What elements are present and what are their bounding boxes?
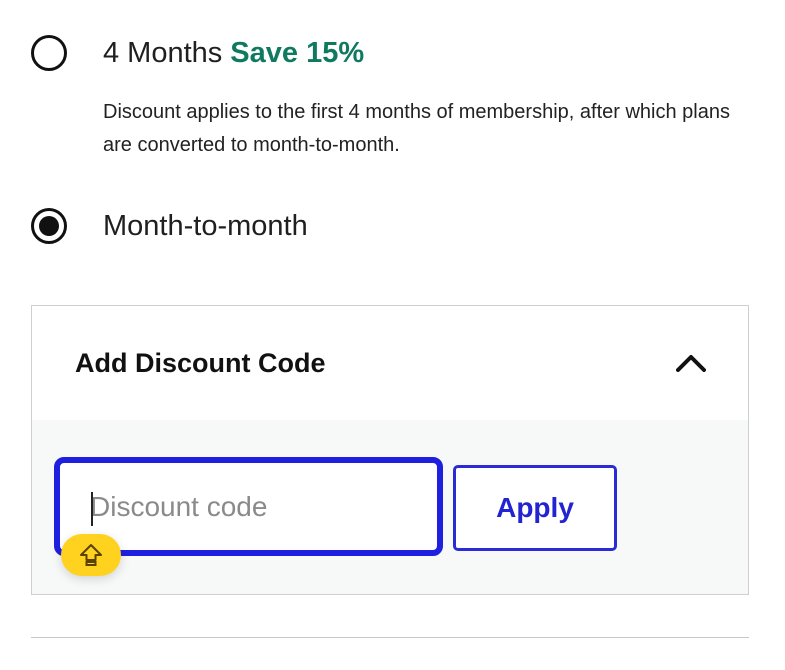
radio-selected-dot — [39, 216, 59, 236]
discount-code-panel: Add Discount Code Apply — [31, 305, 749, 595]
plan-option-month-to-month[interactable]: Month-to-month — [31, 208, 308, 244]
discount-code-header[interactable]: Add Discount Code — [32, 306, 748, 420]
plan-description: Discount applies to the first 4 months o… — [103, 101, 730, 156]
radio-4-months[interactable] — [31, 35, 67, 71]
discount-code-title: Add Discount Code — [75, 347, 326, 378]
apply-button[interactable]: Apply — [453, 465, 617, 551]
plan-label-month-to-month: Month-to-month — [103, 209, 308, 242]
chevron-up-icon[interactable] — [674, 346, 708, 380]
radio-month-to-month[interactable] — [31, 208, 67, 244]
plan-label-4-months: 4 Months Save 15% — [103, 36, 365, 69]
caps-lock-icon — [61, 534, 121, 576]
plan-option-4-months[interactable]: 4 Months Save 15% — [31, 35, 364, 71]
discount-code-body: Apply — [32, 420, 748, 594]
save-badge: Save 15% — [230, 36, 365, 69]
text-caret — [91, 492, 93, 526]
section-divider — [31, 637, 749, 638]
